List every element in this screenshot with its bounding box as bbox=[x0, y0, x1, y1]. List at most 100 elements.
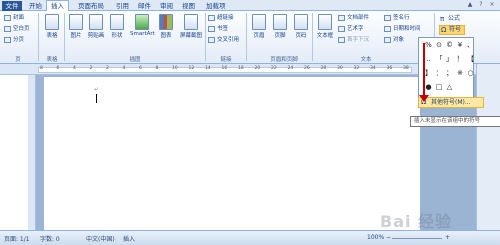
group-separator bbox=[38, 13, 39, 61]
symbol-cell[interactable]: ○ bbox=[465, 68, 476, 79]
symbol-cell[interactable]: 」 bbox=[444, 54, 455, 65]
ruler-number: 16 bbox=[221, 66, 228, 71]
symbol-cell[interactable]: ： bbox=[434, 68, 445, 79]
footer-button[interactable]: 页脚 bbox=[270, 14, 290, 39]
header-icon bbox=[252, 14, 266, 30]
symbol-cell[interactable]: ⊙ bbox=[434, 40, 445, 51]
group-label-illustrations: 插图 bbox=[129, 57, 141, 63]
clipart-icon bbox=[89, 14, 103, 30]
signature-line-button[interactable]: 签名行 bbox=[384, 14, 410, 22]
symbol-cell[interactable]: ※ bbox=[455, 68, 466, 79]
blank-page-button[interactable]: 空白页 bbox=[4, 25, 30, 33]
ruler-number: 14 bbox=[205, 66, 211, 71]
cross-reference-button[interactable]: 交叉引用 bbox=[208, 36, 239, 44]
object-button[interactable]: 对象 bbox=[384, 36, 404, 44]
table-icon bbox=[45, 14, 59, 30]
date-time-button[interactable]: 日期和时间 bbox=[384, 25, 421, 33]
wordart-button[interactable]: 艺术字 bbox=[338, 25, 364, 33]
picture-button[interactable]: 图片 bbox=[66, 14, 86, 39]
tab-addins[interactable]: 加载项 bbox=[202, 1, 230, 11]
ruler-number: 6 bbox=[56, 66, 60, 71]
help-icon[interactable]: ? bbox=[477, 1, 485, 9]
document-page[interactable] bbox=[44, 77, 420, 230]
zoom-in-button[interactable]: + bbox=[445, 234, 450, 241]
smartart-icon bbox=[135, 14, 149, 30]
ruler-number: 8 bbox=[40, 66, 43, 71]
group-label-links: 链接 bbox=[220, 57, 232, 63]
dropcap-button[interactable]: 首字下沉 bbox=[338, 36, 369, 44]
symbol-cell[interactable]: © bbox=[444, 40, 455, 51]
text-cursor bbox=[96, 94, 97, 103]
screenshot-button[interactable]: 屏幕截图 bbox=[178, 14, 204, 39]
chart-button[interactable]: 图表 bbox=[156, 14, 176, 39]
ruler-number: 34 bbox=[370, 66, 376, 71]
tab-references[interactable]: 引用 bbox=[112, 1, 133, 11]
pi-icon: π bbox=[440, 15, 445, 23]
shapes-icon bbox=[110, 14, 124, 30]
group-separator bbox=[205, 13, 206, 61]
ruler-number: 20 bbox=[254, 66, 261, 71]
symbol-cell[interactable]: □ bbox=[434, 82, 445, 93]
cover-page-button[interactable]: 封面 bbox=[4, 14, 24, 22]
bookmark-button[interactable]: 书签 bbox=[208, 25, 228, 33]
symbol-cell[interactable]: ¥ bbox=[455, 40, 466, 51]
symbol-cell[interactable]: 【 bbox=[465, 54, 476, 65]
language-indicator[interactable]: 中文(中国) bbox=[86, 234, 115, 243]
ruler-number: 8 bbox=[155, 66, 159, 71]
tab-mailings[interactable]: 邮件 bbox=[134, 1, 155, 11]
table-button[interactable]: 表格 bbox=[42, 14, 62, 39]
ruler-number: 22 bbox=[271, 66, 277, 71]
symbol-button[interactable]: Ω 符号 bbox=[439, 25, 465, 35]
picture-icon bbox=[69, 14, 83, 30]
ruler-number: 6 bbox=[139, 66, 142, 71]
tab-page-layout[interactable]: 页面布局 bbox=[74, 1, 108, 11]
zoom-out-button[interactable]: − bbox=[386, 234, 391, 241]
ruler-number: 32 bbox=[353, 66, 360, 71]
watermark: Bai 经验 bbox=[380, 212, 453, 231]
annotation-arrow bbox=[423, 43, 425, 97]
ruler-number: 2 bbox=[106, 66, 109, 71]
clipart-button[interactable]: 剪贴画 bbox=[86, 14, 106, 39]
vertical-scrollbar[interactable] bbox=[476, 64, 500, 230]
symbol-cell[interactable]: 、 bbox=[465, 40, 476, 51]
tab-review[interactable]: 审阅 bbox=[156, 1, 177, 11]
ruler-number: 28 bbox=[320, 66, 327, 71]
symbol-cell[interactable]: ； bbox=[444, 68, 455, 79]
group-separator bbox=[64, 13, 65, 61]
page-break-button[interactable]: 分页 bbox=[4, 36, 24, 44]
date-time-icon bbox=[384, 26, 391, 32]
vertical-ruler[interactable] bbox=[28, 75, 36, 230]
header-button[interactable]: 页眉 bbox=[249, 14, 269, 39]
ribbon-tab-bar: 文件 开始 插入 页面布局 引用 邮件 审阅 视图 加载项 ▲ ? × bbox=[0, 0, 500, 12]
quick-parts-button[interactable]: 文档部件 bbox=[338, 14, 369, 22]
object-icon bbox=[384, 37, 391, 43]
minimize-ribbon-icon[interactable]: ▲ bbox=[466, 1, 474, 9]
tab-home[interactable]: 开始 bbox=[25, 1, 46, 11]
group-separator bbox=[246, 13, 247, 61]
equation-button[interactable]: π 公式 bbox=[439, 14, 463, 24]
ruler-number: 12 bbox=[188, 66, 195, 71]
paragraph-mark: ↵ bbox=[94, 86, 100, 93]
word-count[interactable]: 字数: 0 bbox=[40, 234, 60, 243]
hyperlink-button[interactable]: 超链接 bbox=[208, 14, 234, 22]
insert-mode-indicator[interactable]: 插入 bbox=[123, 234, 135, 243]
page-count[interactable]: 页面: 1/1 bbox=[4, 234, 30, 243]
chart-icon bbox=[159, 14, 173, 30]
tab-view[interactable]: 视图 bbox=[178, 1, 199, 11]
symbol-cell[interactable]: △ bbox=[444, 82, 455, 93]
group-label-header-footer: 页眉和页脚 bbox=[270, 57, 298, 63]
symbol-cell[interactable]: ！ bbox=[455, 54, 466, 65]
omega-icon: Ω bbox=[441, 26, 447, 34]
annotation-arrowhead bbox=[419, 95, 429, 102]
zoom-slider[interactable] bbox=[392, 238, 442, 239]
zoom-level[interactable]: 100% bbox=[367, 234, 384, 241]
shapes-button[interactable]: 形状 bbox=[107, 14, 127, 39]
page-number-button[interactable]: 页码 bbox=[291, 14, 311, 39]
close-icon[interactable]: × bbox=[488, 1, 496, 9]
tab-file[interactable]: 文件 bbox=[2, 1, 22, 11]
textbox-button[interactable]: 文本框 bbox=[314, 14, 336, 39]
ruler-number: 30 bbox=[337, 66, 343, 71]
smartart-button[interactable]: SmartArt bbox=[130, 14, 155, 37]
symbol-cell[interactable]: 「 bbox=[434, 54, 445, 65]
cover-page-icon bbox=[4, 15, 11, 21]
